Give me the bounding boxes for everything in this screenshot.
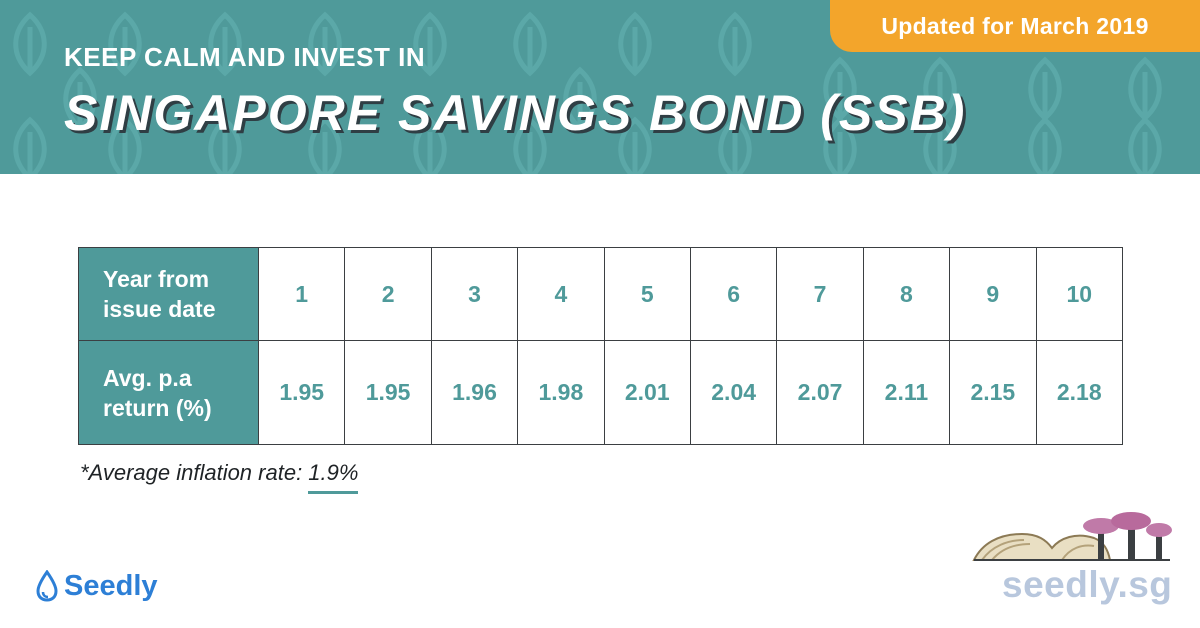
seedly-logo-text: Seedly [64, 569, 158, 602]
table-cell-year: 4 [517, 247, 605, 341]
ssb-returns-table: Year from issue date 1 2 3 4 5 6 7 8 9 1… [78, 247, 1124, 445]
table-cell-return: 2.01 [603, 340, 691, 445]
table-cell-return: 1.95 [257, 340, 346, 445]
table-cell-year: 6 [689, 247, 778, 341]
row-header-return-line1: Avg. p.a [103, 364, 192, 391]
table-row-returns: Avg. p.a return (%) 1.95 1.95 1.96 1.98 … [78, 340, 1124, 445]
table-cell-return: 1.98 [517, 340, 605, 445]
updated-badge: Updated for March 2019 [830, 0, 1200, 52]
table-row-years: Year from issue date 1 2 3 4 5 6 7 8 9 1… [78, 247, 1124, 341]
row-header-year-line2: issue date [103, 296, 216, 322]
row-header-return-line2: return (%) [103, 394, 212, 421]
row-header-return: Avg. p.a return (%) [78, 340, 259, 445]
row-header-year: Year from issue date [78, 247, 259, 341]
table-cell-year: 7 [776, 247, 864, 341]
page-title: SINGAPORE SAVINGS BOND (SSB) [64, 85, 967, 141]
table-cell-year: 5 [603, 247, 691, 341]
table-cell-year: 1 [257, 247, 346, 341]
table-cell-return: 2.18 [1035, 340, 1124, 445]
table-cell-year: 8 [862, 247, 951, 341]
header-banner: Updated for March 2019 KEEP CALM AND INV… [0, 0, 1200, 174]
table-cell-return: 2.11 [862, 340, 951, 445]
site-url: seedly.sg [1002, 564, 1173, 605]
seedly-drop-icon [36, 570, 58, 602]
row-header-year-line1: Year from [103, 266, 210, 292]
table-cell-return: 2.15 [949, 340, 1037, 445]
table-cell-year: 9 [949, 247, 1037, 341]
table-cell-year: 2 [344, 247, 432, 341]
page-subtitle: KEEP CALM AND INVEST IN [64, 42, 426, 72]
table-cell-return: 2.04 [689, 340, 778, 445]
table-cell-year: 10 [1035, 247, 1124, 341]
table-cell-return: 2.07 [776, 340, 864, 445]
table-cell-year: 3 [430, 247, 519, 341]
inflation-label: *Average inflation rate: [80, 460, 309, 485]
inflation-footnote: *Average inflation rate: 1.9% [80, 460, 359, 494]
table-cell-return: 1.95 [344, 340, 432, 445]
table-cell-return: 1.96 [430, 340, 519, 445]
seedly-logo: Seedly [36, 566, 158, 606]
gardens-by-the-bay-skyline-icon [972, 512, 1172, 561]
inflation-value: 1.9% [308, 460, 359, 494]
